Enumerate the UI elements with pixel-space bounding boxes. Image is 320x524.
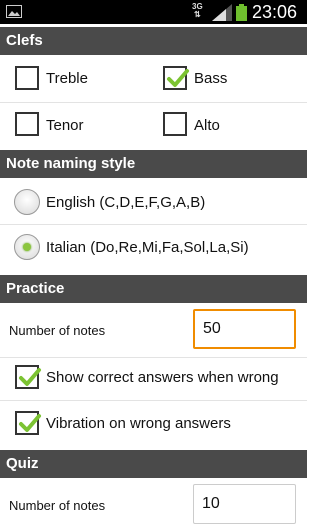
quiz-number-value: 10 — [202, 495, 220, 512]
bass-checkbox[interactable] — [163, 66, 189, 90]
show-correct-checkbox[interactable] — [15, 365, 41, 389]
divider — [0, 400, 307, 401]
italian-label: Italian (Do,Re,Mi,Fa,Sol,La,Si) — [46, 239, 249, 256]
english-label: English (C,D,E,F,G,A,B) — [46, 194, 206, 211]
practice-number-value: 50 — [203, 320, 221, 337]
check-icon — [19, 414, 41, 432]
tenor-label: Tenor — [46, 117, 84, 134]
italian-radio[interactable] — [14, 234, 40, 260]
divider — [0, 102, 307, 103]
quiz-number-label: Number of notes — [9, 498, 106, 513]
battery-icon — [236, 4, 247, 21]
treble-checkbox[interactable] — [15, 66, 39, 90]
show-correct-label: Show correct answers when wrong — [46, 369, 279, 386]
alto-label: Alto — [194, 117, 220, 134]
vibration-label: Vibration on wrong answers — [46, 415, 231, 432]
check-icon — [19, 368, 41, 386]
english-radio[interactable] — [14, 189, 40, 215]
radio-selected-dot — [23, 243, 31, 251]
image-icon — [6, 5, 22, 18]
practice-number-input[interactable]: 50 — [193, 309, 296, 349]
section-header-quiz: Quiz — [0, 450, 307, 478]
practice-number-label: Number of notes — [9, 323, 106, 338]
divider — [0, 357, 307, 358]
signal-icon — [212, 4, 232, 21]
bass-label: Bass — [194, 70, 228, 87]
section-header-clefs: Clefs — [0, 27, 307, 55]
tenor-checkbox[interactable] — [15, 112, 39, 136]
divider — [0, 224, 307, 225]
status-bar: 3G ⇅ 23:06 — [0, 0, 307, 24]
network-type-label: 3G ⇅ — [192, 2, 203, 19]
alto-checkbox[interactable] — [163, 112, 187, 136]
section-header-note-naming: Note naming style — [0, 150, 307, 178]
quiz-number-input[interactable]: 10 — [193, 484, 296, 524]
section-header-practice: Practice — [0, 275, 307, 303]
check-icon — [167, 69, 189, 87]
treble-label: Treble — [46, 70, 88, 87]
vibration-checkbox[interactable] — [15, 411, 41, 435]
clock: 23:06 — [252, 2, 298, 22]
